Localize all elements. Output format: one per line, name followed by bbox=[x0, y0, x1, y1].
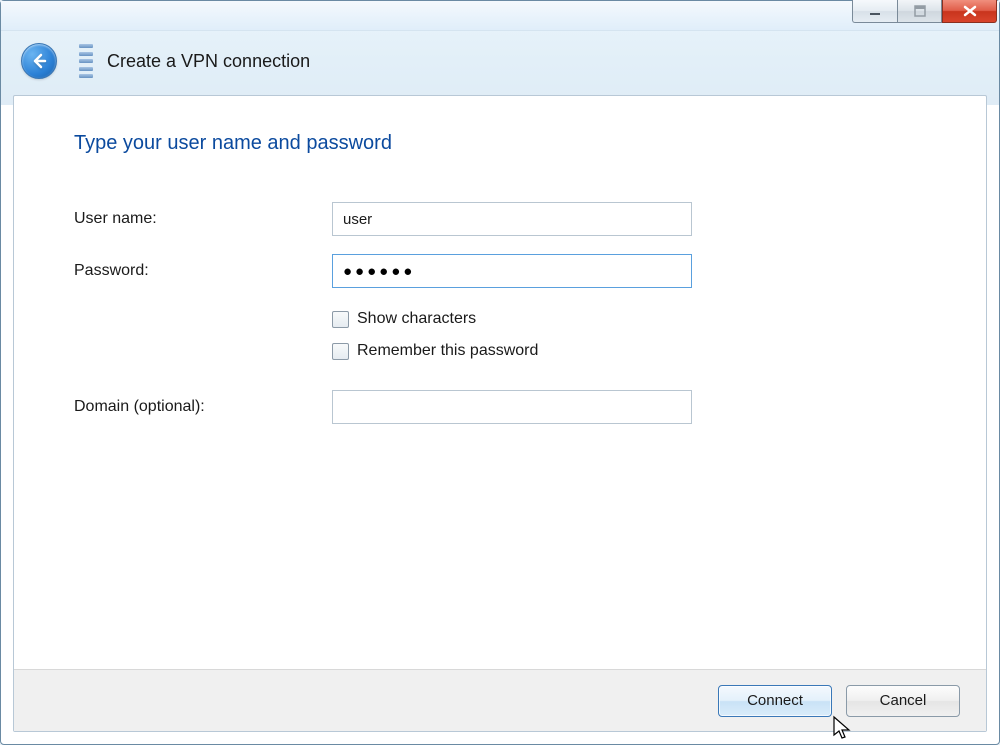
domain-row: Domain (optional): bbox=[74, 390, 692, 424]
window-controls bbox=[852, 0, 997, 23]
connection-icon bbox=[79, 44, 93, 78]
close-button[interactable] bbox=[942, 0, 997, 23]
domain-label: Domain (optional): bbox=[74, 398, 332, 416]
wizard-title: Create a VPN connection bbox=[107, 51, 310, 72]
domain-input[interactable] bbox=[332, 390, 692, 424]
password-row: Password: ●●●●●● bbox=[74, 254, 692, 288]
username-input[interactable] bbox=[332, 202, 692, 236]
maximize-button[interactable] bbox=[897, 0, 942, 23]
password-input[interactable]: ●●●●●● bbox=[332, 254, 692, 288]
mouse-cursor-icon bbox=[832, 715, 852, 743]
wizard-header: Create a VPN connection bbox=[21, 41, 979, 81]
show-characters-label: Show characters bbox=[357, 310, 476, 328]
password-label: Password: bbox=[74, 262, 332, 280]
back-arrow-icon bbox=[29, 51, 49, 71]
remember-password-label: Remember this password bbox=[357, 342, 538, 360]
content-pane: Type your user name and password User na… bbox=[13, 95, 987, 732]
show-characters-checkbox[interactable] bbox=[332, 311, 349, 328]
vpn-wizard-window: Create a VPN connection Type your user n… bbox=[0, 0, 1000, 745]
remember-password-row: Remember this password bbox=[74, 342, 538, 360]
remember-password-checkbox[interactable] bbox=[332, 343, 349, 360]
username-label: User name: bbox=[74, 210, 332, 228]
titlebar bbox=[1, 1, 999, 31]
show-characters-row: Show characters bbox=[74, 310, 476, 328]
connect-button[interactable]: Connect bbox=[718, 685, 832, 717]
button-bar: Connect Cancel bbox=[14, 669, 986, 731]
instruction-heading: Type your user name and password bbox=[74, 132, 392, 155]
minimize-button[interactable] bbox=[852, 0, 897, 23]
cancel-button[interactable]: Cancel bbox=[846, 685, 960, 717]
back-button[interactable] bbox=[21, 43, 57, 79]
username-row: User name: bbox=[74, 202, 692, 236]
